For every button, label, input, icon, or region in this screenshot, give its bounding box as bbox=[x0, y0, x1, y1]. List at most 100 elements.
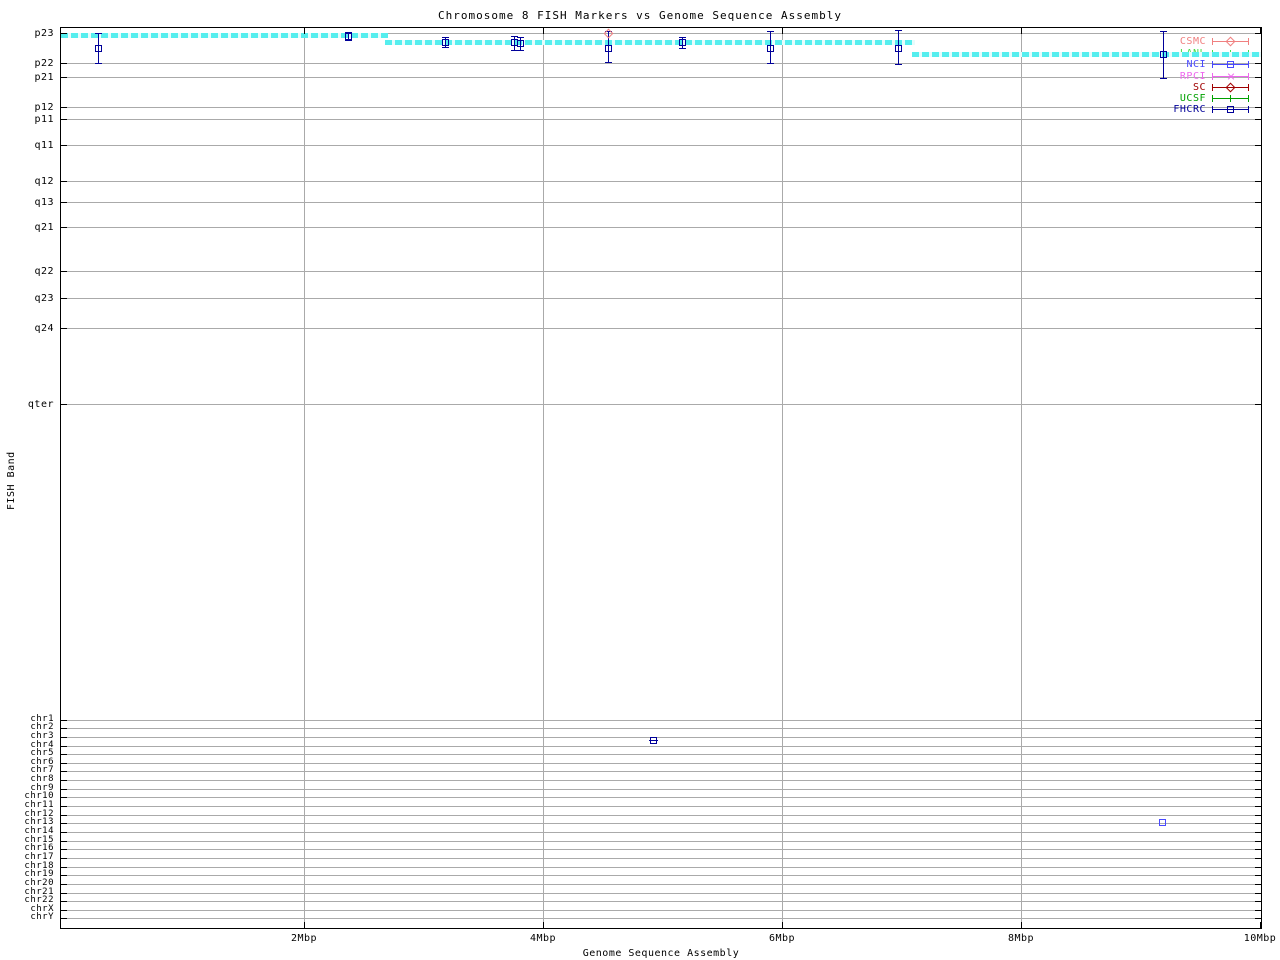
gridline-h bbox=[61, 181, 1261, 182]
square-marker bbox=[605, 45, 612, 52]
gridline-h bbox=[61, 815, 1261, 816]
gridline-h bbox=[61, 832, 1261, 833]
y-tick-right bbox=[1255, 145, 1261, 146]
error-bar-cap bbox=[767, 63, 774, 64]
diamond-marker bbox=[1225, 36, 1236, 47]
x-tick-bottom bbox=[543, 922, 544, 928]
y-tick-left bbox=[61, 815, 67, 816]
y-tick-left bbox=[61, 202, 67, 203]
x-tick-top bbox=[543, 28, 544, 34]
y-tick-right bbox=[1255, 875, 1261, 876]
y-tick-left bbox=[61, 754, 67, 755]
gridline-h bbox=[61, 841, 1261, 842]
x-tick-bottom bbox=[304, 922, 305, 928]
plus-marker bbox=[1227, 98, 1234, 99]
x-tick-top bbox=[1260, 28, 1261, 34]
gridline-h bbox=[61, 202, 1261, 203]
x-tick-top bbox=[304, 28, 305, 34]
y-tick-right bbox=[1255, 720, 1261, 721]
y-tick-label: p11 bbox=[34, 114, 54, 125]
square-marker bbox=[1159, 819, 1166, 826]
error-bar-cap bbox=[767, 31, 774, 32]
y-tick-right bbox=[1255, 763, 1261, 764]
error-bar-cap bbox=[679, 37, 686, 38]
y-tick-left bbox=[61, 404, 67, 405]
gridline-h bbox=[61, 806, 1261, 807]
y-tick-left bbox=[61, 145, 67, 146]
y-tick-right bbox=[1255, 832, 1261, 833]
y-tick-right bbox=[1255, 918, 1261, 919]
y-tick-left bbox=[61, 823, 67, 824]
y-tick-right bbox=[1255, 797, 1261, 798]
y-tick-left bbox=[61, 746, 67, 747]
legend-sample-cap bbox=[1248, 95, 1249, 102]
y-tick-left bbox=[61, 849, 67, 850]
y-tick-right bbox=[1255, 771, 1261, 772]
assembly-band-segment bbox=[61, 33, 388, 38]
gridline-h bbox=[61, 789, 1261, 790]
y-tick-left bbox=[61, 181, 67, 182]
gridline-h bbox=[61, 823, 1261, 824]
error-bar-cap bbox=[679, 48, 686, 49]
y-tick-right bbox=[1255, 746, 1261, 747]
y-tick-label: q13 bbox=[34, 197, 54, 208]
y-tick-label: q24 bbox=[34, 323, 54, 334]
legend-label-sc: SC bbox=[1192, 82, 1206, 93]
square-marker bbox=[95, 45, 102, 52]
legend-sample-cap bbox=[1212, 73, 1213, 80]
y-tick-label: q12 bbox=[34, 176, 54, 187]
y-tick-right bbox=[1255, 754, 1261, 755]
gridline-h bbox=[61, 858, 1261, 859]
gridline-h bbox=[61, 328, 1261, 329]
x-tick-label: 8Mbp bbox=[1007, 933, 1035, 944]
gridline-h bbox=[61, 875, 1261, 876]
legend-label-fhcrc: FHCRC bbox=[1173, 104, 1206, 115]
error-bar-cap bbox=[345, 40, 352, 41]
legend-sample-cap bbox=[1212, 106, 1213, 113]
y-tick-left bbox=[61, 893, 67, 894]
y-tick-left bbox=[61, 328, 67, 329]
y-tick-label: q22 bbox=[34, 266, 54, 277]
y-tick-right bbox=[1255, 63, 1261, 64]
gridline-v bbox=[543, 28, 544, 928]
gridline-h bbox=[61, 797, 1261, 798]
x-tick-top bbox=[782, 28, 783, 34]
error-bar-cap bbox=[95, 33, 102, 34]
y-tick-right bbox=[1255, 901, 1261, 902]
y-tick-left bbox=[61, 298, 67, 299]
legend-sample-cap bbox=[1248, 61, 1249, 68]
y-tick-left bbox=[61, 63, 67, 64]
gridline-h bbox=[61, 771, 1261, 772]
x-tick-bottom bbox=[782, 922, 783, 928]
error-bar-cap bbox=[95, 63, 102, 64]
y-tick-right bbox=[1255, 404, 1261, 405]
error-bar-cap bbox=[442, 47, 449, 48]
legend-sample-cap bbox=[1248, 73, 1249, 80]
y-tick-left bbox=[61, 910, 67, 911]
gridline-h bbox=[61, 763, 1261, 764]
square-marker bbox=[895, 45, 902, 52]
y-tick-left bbox=[61, 806, 67, 807]
legend-label-ucsf: UCSF bbox=[1179, 93, 1206, 104]
gridline-h bbox=[61, 227, 1261, 228]
y-tick-left bbox=[61, 107, 67, 108]
x-tick-bottom bbox=[1260, 922, 1261, 928]
y-tick-label: qter bbox=[27, 399, 54, 410]
error-bar-cap bbox=[895, 64, 902, 65]
y-tick-left bbox=[61, 271, 67, 272]
y-tick-label: q23 bbox=[34, 293, 54, 304]
y-tick-left bbox=[61, 867, 67, 868]
y-tick-right bbox=[1255, 119, 1261, 120]
y-tick-right bbox=[1255, 107, 1261, 108]
y-tick-right bbox=[1255, 737, 1261, 738]
y-tick-right bbox=[1255, 841, 1261, 842]
legend-label-nci: NCI bbox=[1186, 59, 1206, 70]
gridline-h bbox=[61, 754, 1261, 755]
y-tick-right bbox=[1255, 789, 1261, 790]
x-tick-label: 4Mbp bbox=[529, 933, 557, 944]
error-bar-cap bbox=[517, 37, 524, 38]
gridline-h bbox=[61, 720, 1261, 721]
square-marker bbox=[1227, 61, 1234, 68]
y-tick-right bbox=[1255, 849, 1261, 850]
y-tick-label: q11 bbox=[34, 140, 54, 151]
